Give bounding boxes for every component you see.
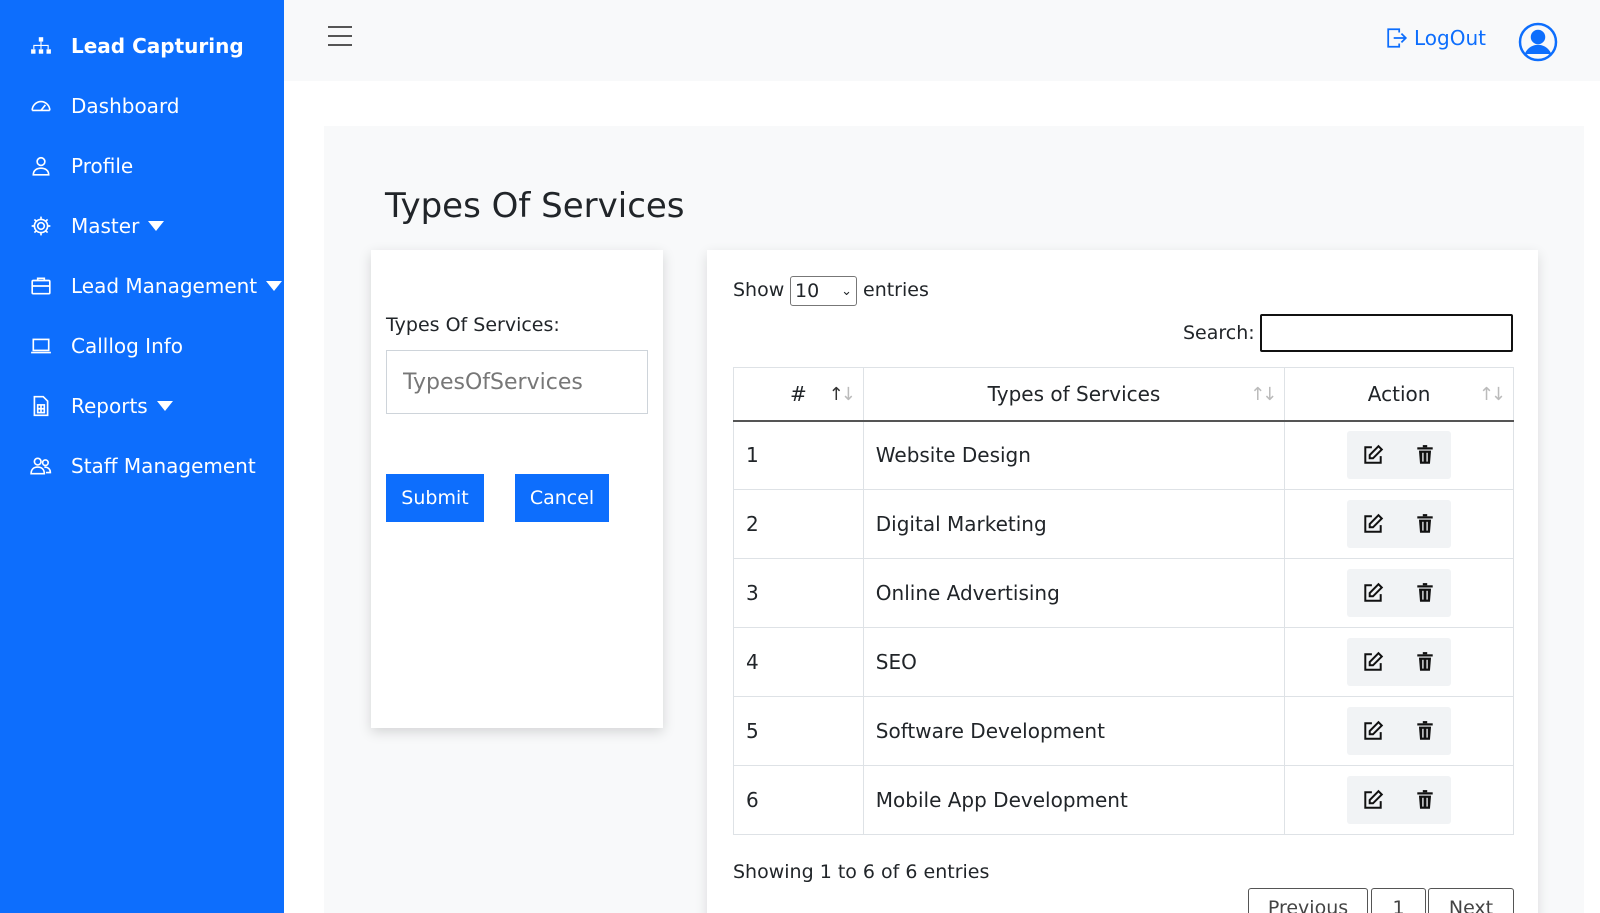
page-size-value: 10 [795,280,820,302]
trash-icon[interactable] [1399,707,1451,755]
sidebar-item-calllog-info[interactable]: Calllog Info [0,324,284,368]
page-title: Types Of Services [385,186,685,226]
row-number: 1 [733,420,864,490]
table-row: 4 SEO [733,627,1514,697]
services-table: # ↑↓ Types of Services ↑↓ Action ↑↓ 1 Web… [733,367,1514,835]
sidebar-item-label: Reports [71,394,148,418]
logout-icon [1387,28,1408,48]
cancel-button[interactable]: Cancel [515,474,609,522]
table-row: 1 Website Design [733,420,1514,490]
column-header-action[interactable]: Action ↑↓ [1284,367,1514,422]
logout-label: LogOut [1414,26,1486,50]
sidebar-item-lead-management[interactable]: Lead Management [0,264,284,308]
edit-icon[interactable] [1347,707,1399,755]
user-avatar-icon[interactable] [1518,22,1558,62]
table-info: Showing 1 to 6 of 6 entries [733,861,990,883]
row-service: Digital Marketing [862,489,1286,559]
briefcase-icon [30,275,52,297]
row-actions [1284,489,1514,559]
trash-icon[interactable] [1399,638,1451,686]
edit-icon[interactable] [1347,638,1399,686]
laptop-icon [30,335,52,357]
row-service: Mobile App Development [862,765,1286,835]
table-row: 5 Software Development [733,696,1514,766]
sidebar-item-label: Dashboard [71,94,180,118]
row-service: SEO [862,627,1286,697]
page-size-select[interactable]: 10 ⌄ [790,276,857,306]
search-label: Search: [1183,322,1255,344]
brand-label: Lead Capturing [71,34,244,58]
sidebar-item-staff-management[interactable]: Staff Management [0,444,284,488]
entries-label: entries [863,279,929,301]
sidebar-item-label: Staff Management [71,454,256,478]
table-row: 3 Online Advertising [733,558,1514,628]
people-icon [30,455,52,477]
row-number: 5 [733,696,864,766]
table-row: 2 Digital Marketing [733,489,1514,559]
row-service: Online Advertising [862,558,1286,628]
sort-icon: ↑↓ [1250,384,1277,405]
row-actions [1284,696,1514,766]
sidebar-item-label: Calllog Info [71,334,184,358]
row-actions [1284,765,1514,835]
pagination-previous[interactable]: Previous [1248,888,1368,913]
row-actions [1284,558,1514,628]
service-field-label: Types Of Services: [386,314,560,336]
row-service: Website Design [862,420,1286,490]
row-number: 3 [733,558,864,628]
gear-icon [30,215,52,237]
edit-icon[interactable] [1347,500,1399,548]
edit-icon[interactable] [1347,776,1399,824]
caret-down-icon [156,401,173,411]
pagination-next[interactable]: Next [1428,888,1514,913]
sidebar-item-master[interactable]: Master [0,204,284,248]
caret-down-icon [266,281,283,291]
pagination-page-1[interactable]: 1 [1371,888,1426,913]
sidebar-item-label: Lead Management [71,274,258,298]
service-input[interactable] [386,350,648,414]
sidebar-item-reports[interactable]: Reports [0,384,284,428]
logout-link[interactable]: LogOut [1386,26,1486,50]
row-actions [1284,627,1514,697]
trash-icon[interactable] [1399,500,1451,548]
row-number: 4 [733,627,864,697]
submit-button[interactable]: Submit [386,474,484,522]
show-label: Show [733,279,785,301]
person-icon [30,155,52,177]
column-header-number[interactable]: # ↑↓ [733,367,864,422]
sitemap-icon [30,35,52,57]
sort-icon: ↑↓ [828,384,856,405]
table-row: 6 Mobile App Development [733,765,1514,835]
trash-icon[interactable] [1399,431,1451,479]
sidebar-item-label: Profile [71,154,134,178]
row-number: 6 [733,765,864,835]
speedometer-icon [30,95,52,117]
sidebar-item-profile[interactable]: Profile [0,144,284,188]
trash-icon[interactable] [1399,776,1451,824]
sidebar-brand[interactable]: Lead Capturing [0,24,284,68]
sort-icon: ↑↓ [1478,384,1506,405]
caret-down-icon [148,221,165,231]
column-header-service[interactable]: Types of Services ↑↓ [862,367,1286,422]
trash-icon[interactable] [1399,569,1451,617]
row-service: Software Development [862,696,1286,766]
report-icon [30,395,52,417]
row-number: 2 [733,489,864,559]
search-input[interactable] [1260,314,1513,352]
sidebar: Lead Capturing Dashboard Profile Master … [0,0,284,913]
top-header: LogOut [284,0,1600,81]
chevron-down-icon: ⌄ [841,283,852,299]
sidebar-item-dashboard[interactable]: Dashboard [0,84,284,128]
edit-icon[interactable] [1347,431,1399,479]
edit-icon[interactable] [1347,569,1399,617]
row-actions [1284,420,1514,490]
hamburger-menu-icon[interactable] [328,26,352,48]
sidebar-item-label: Master [71,214,140,238]
